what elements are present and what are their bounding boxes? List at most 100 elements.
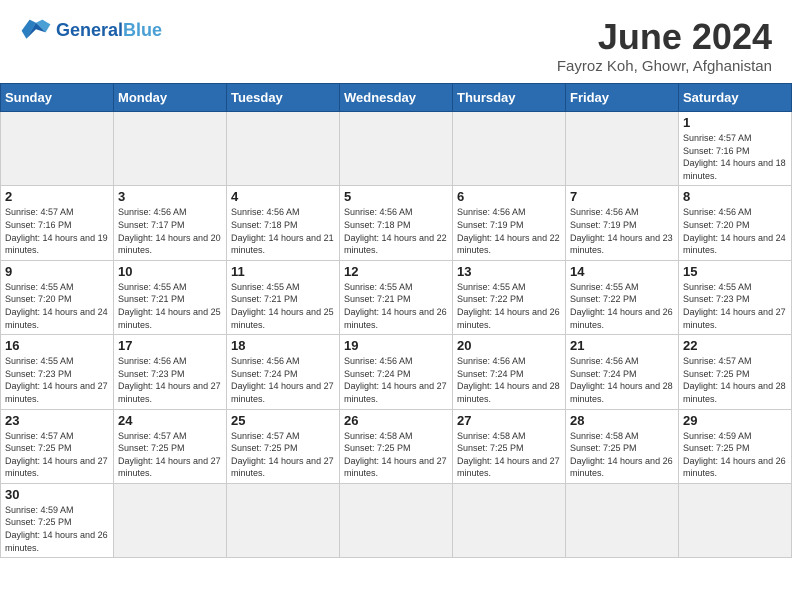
logo: GeneralBlue (20, 16, 162, 44)
empty-cell (566, 483, 679, 557)
day-number-6: 6 (457, 189, 561, 204)
header-tuesday: Tuesday (227, 84, 340, 112)
day-info-30: Sunrise: 4:59 AMSunset: 7:25 PMDaylight:… (5, 504, 109, 554)
empty-cell (453, 112, 566, 186)
weekday-header-row: Sunday Monday Tuesday Wednesday Thursday… (1, 84, 792, 112)
location-subtitle: Fayroz Koh, Ghowr, Afghanistan (557, 58, 772, 75)
sunset-1: 7:16 PM (716, 146, 750, 156)
day-info-8: Sunrise: 4:56 AMSunset: 7:20 PMDaylight:… (683, 206, 787, 256)
day-info-19: Sunrise: 4:56 AMSunset: 7:24 PMDaylight:… (344, 355, 448, 405)
page-header: GeneralBlue June 2024 Fayroz Koh, Ghowr,… (0, 0, 792, 83)
day-info-4: Sunrise: 4:56 AMSunset: 7:18 PMDaylight:… (231, 206, 335, 256)
sunrise-1: 4:57 AM (719, 133, 752, 143)
day-cell-10: 10 Sunrise: 4:55 AMSunset: 7:21 PMDaylig… (114, 260, 227, 334)
day-cell-19: 19 Sunrise: 4:56 AMSunset: 7:24 PMDaylig… (340, 335, 453, 409)
day-info-21: Sunrise: 4:56 AMSunset: 7:24 PMDaylight:… (570, 355, 674, 405)
day-info-7: Sunrise: 4:56 AMSunset: 7:19 PMDaylight:… (570, 206, 674, 256)
header-saturday: Saturday (679, 84, 792, 112)
day-number-3: 3 (118, 189, 222, 204)
day-number-13: 13 (457, 264, 561, 279)
header-friday: Friday (566, 84, 679, 112)
day-info-12: Sunrise: 4:55 AMSunset: 7:21 PMDaylight:… (344, 281, 448, 331)
day-info-20: Sunrise: 4:56 AMSunset: 7:24 PMDaylight:… (457, 355, 561, 405)
empty-cell (1, 112, 114, 186)
week-row-6: 30 Sunrise: 4:59 AMSunset: 7:25 PMDaylig… (1, 483, 792, 557)
title-block: June 2024 Fayroz Koh, Ghowr, Afghanistan (557, 16, 772, 75)
day-cell-2: 2 Sunrise: 4:57 AMSunset: 7:16 PMDayligh… (1, 186, 114, 260)
day-info-22: Sunrise: 4:57 AMSunset: 7:25 PMDaylight:… (683, 355, 787, 405)
day-number-10: 10 (118, 264, 222, 279)
daylight-1: 14 hours and 18 minutes. (683, 158, 786, 181)
logo-icon (20, 16, 52, 44)
day-cell-4: 4 Sunrise: 4:56 AMSunset: 7:18 PMDayligh… (227, 186, 340, 260)
logo-text: GeneralBlue (56, 21, 162, 39)
empty-cell (227, 483, 340, 557)
week-row-2: 2 Sunrise: 4:57 AMSunset: 7:16 PMDayligh… (1, 186, 792, 260)
day-number-22: 22 (683, 338, 787, 353)
day-info-14: Sunrise: 4:55 AMSunset: 7:22 PMDaylight:… (570, 281, 674, 331)
day-cell-24: 24 Sunrise: 4:57 AMSunset: 7:25 PMDaylig… (114, 409, 227, 483)
day-number-5: 5 (344, 189, 448, 204)
day-cell-1: 1 Sunrise: 4:57 AM Sunset: 7:16 PM Dayli… (679, 112, 792, 186)
day-cell-26: 26 Sunrise: 4:58 AMSunset: 7:25 PMDaylig… (340, 409, 453, 483)
day-cell-12: 12 Sunrise: 4:55 AMSunset: 7:21 PMDaylig… (340, 260, 453, 334)
day-number-18: 18 (231, 338, 335, 353)
day-info-17: Sunrise: 4:56 AMSunset: 7:23 PMDaylight:… (118, 355, 222, 405)
day-number-24: 24 (118, 413, 222, 428)
day-number-26: 26 (344, 413, 448, 428)
day-cell-25: 25 Sunrise: 4:57 AMSunset: 7:25 PMDaylig… (227, 409, 340, 483)
day-number-1: 1 (683, 115, 787, 130)
calendar-table: Sunday Monday Tuesday Wednesday Thursday… (0, 83, 792, 558)
day-cell-21: 21 Sunrise: 4:56 AMSunset: 7:24 PMDaylig… (566, 335, 679, 409)
day-info-16: Sunrise: 4:55 AMSunset: 7:23 PMDaylight:… (5, 355, 109, 405)
day-info-1: Sunrise: 4:57 AM Sunset: 7:16 PM Dayligh… (683, 132, 787, 182)
day-info-27: Sunrise: 4:58 AMSunset: 7:25 PMDaylight:… (457, 430, 561, 480)
logo-general: General (56, 20, 123, 40)
empty-cell (114, 112, 227, 186)
day-cell-23: 23 Sunrise: 4:57 AMSunset: 7:25 PMDaylig… (1, 409, 114, 483)
day-info-18: Sunrise: 4:56 AMSunset: 7:24 PMDaylight:… (231, 355, 335, 405)
day-info-6: Sunrise: 4:56 AMSunset: 7:19 PMDaylight:… (457, 206, 561, 256)
day-cell-16: 16 Sunrise: 4:55 AMSunset: 7:23 PMDaylig… (1, 335, 114, 409)
day-number-20: 20 (457, 338, 561, 353)
day-number-7: 7 (570, 189, 674, 204)
day-number-19: 19 (344, 338, 448, 353)
day-cell-14: 14 Sunrise: 4:55 AMSunset: 7:22 PMDaylig… (566, 260, 679, 334)
day-info-15: Sunrise: 4:55 AMSunset: 7:23 PMDaylight:… (683, 281, 787, 331)
day-number-29: 29 (683, 413, 787, 428)
week-row-5: 23 Sunrise: 4:57 AMSunset: 7:25 PMDaylig… (1, 409, 792, 483)
empty-cell (340, 112, 453, 186)
day-info-9: Sunrise: 4:55 AMSunset: 7:20 PMDaylight:… (5, 281, 109, 331)
header-wednesday: Wednesday (340, 84, 453, 112)
day-info-5: Sunrise: 4:56 AMSunset: 7:18 PMDaylight:… (344, 206, 448, 256)
logo-blue: Blue (123, 20, 162, 40)
empty-cell (114, 483, 227, 557)
day-number-9: 9 (5, 264, 109, 279)
day-info-29: Sunrise: 4:59 AMSunset: 7:25 PMDaylight:… (683, 430, 787, 480)
day-cell-13: 13 Sunrise: 4:55 AMSunset: 7:22 PMDaylig… (453, 260, 566, 334)
header-monday: Monday (114, 84, 227, 112)
day-cell-11: 11 Sunrise: 4:55 AMSunset: 7:21 PMDaylig… (227, 260, 340, 334)
day-cell-29: 29 Sunrise: 4:59 AMSunset: 7:25 PMDaylig… (679, 409, 792, 483)
day-number-11: 11 (231, 264, 335, 279)
day-number-2: 2 (5, 189, 109, 204)
empty-cell (566, 112, 679, 186)
week-row-1: 1 Sunrise: 4:57 AM Sunset: 7:16 PM Dayli… (1, 112, 792, 186)
day-info-2: Sunrise: 4:57 AMSunset: 7:16 PMDaylight:… (5, 206, 109, 256)
day-info-28: Sunrise: 4:58 AMSunset: 7:25 PMDaylight:… (570, 430, 674, 480)
day-cell-17: 17 Sunrise: 4:56 AMSunset: 7:23 PMDaylig… (114, 335, 227, 409)
day-info-3: Sunrise: 4:56 AMSunset: 7:17 PMDaylight:… (118, 206, 222, 256)
day-number-28: 28 (570, 413, 674, 428)
empty-cell (453, 483, 566, 557)
header-sunday: Sunday (1, 84, 114, 112)
day-cell-27: 27 Sunrise: 4:58 AMSunset: 7:25 PMDaylig… (453, 409, 566, 483)
day-number-30: 30 (5, 487, 109, 502)
day-info-25: Sunrise: 4:57 AMSunset: 7:25 PMDaylight:… (231, 430, 335, 480)
day-number-21: 21 (570, 338, 674, 353)
day-number-27: 27 (457, 413, 561, 428)
empty-cell (679, 483, 792, 557)
empty-cell (340, 483, 453, 557)
day-cell-20: 20 Sunrise: 4:56 AMSunset: 7:24 PMDaylig… (453, 335, 566, 409)
day-cell-15: 15 Sunrise: 4:55 AMSunset: 7:23 PMDaylig… (679, 260, 792, 334)
day-cell-28: 28 Sunrise: 4:58 AMSunset: 7:25 PMDaylig… (566, 409, 679, 483)
